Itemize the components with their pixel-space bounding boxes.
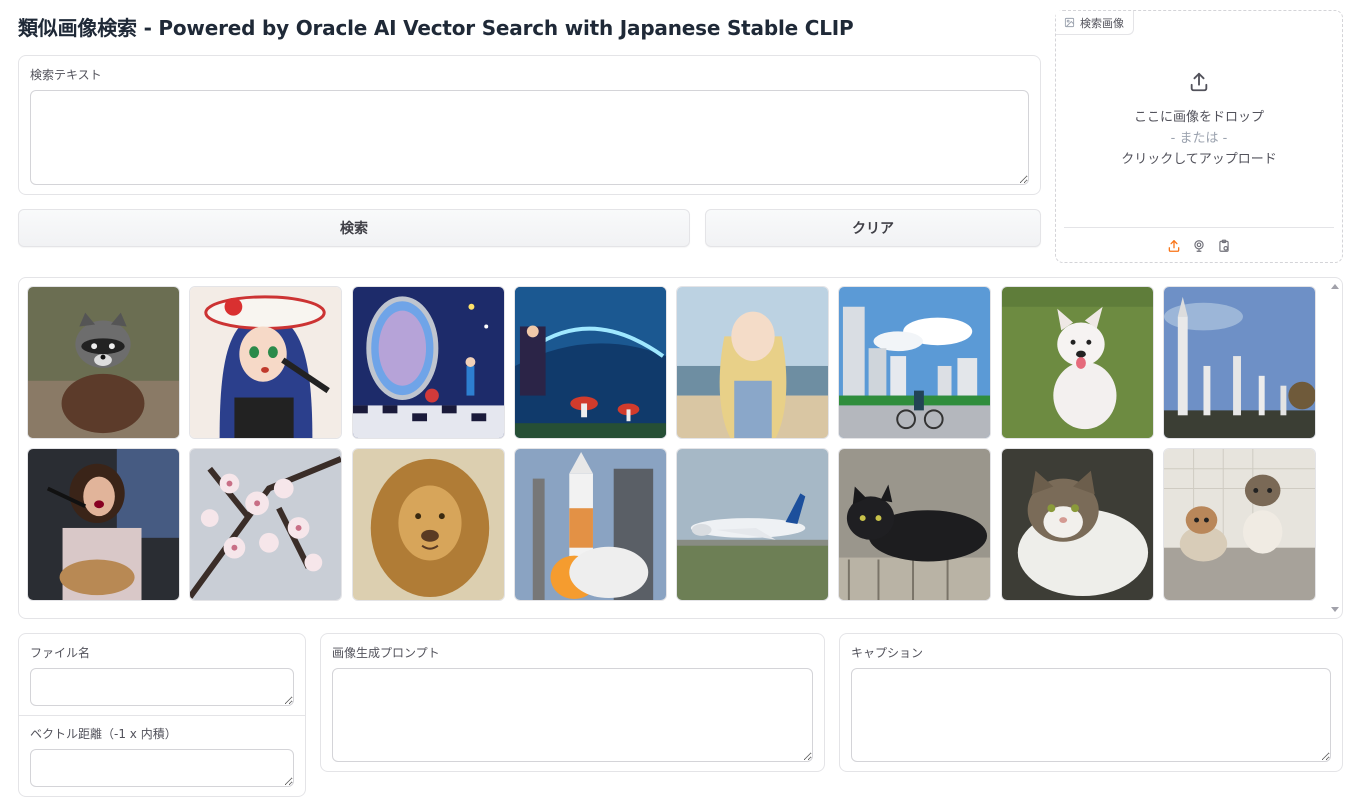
- search-text-label: 検索テキスト: [30, 68, 102, 82]
- raccoon-image[interactable]: [27, 286, 180, 439]
- search-button[interactable]: 検索: [18, 209, 690, 247]
- black-cat-image[interactable]: [838, 448, 992, 601]
- webcam-icon[interactable]: [1192, 238, 1207, 253]
- caption-field[interactable]: [851, 668, 1331, 762]
- caption-block: キャプション: [839, 633, 1343, 772]
- gallery-grid: [27, 286, 1317, 601]
- image-gallery: [18, 277, 1343, 619]
- upload-drop-zone[interactable]: ここに画像をドロップ - または - クリックしてアップロード: [1056, 71, 1342, 170]
- anime-singer-image[interactable]: [189, 286, 343, 439]
- image-upload-label: 検索画像: [1080, 16, 1124, 30]
- upload-icon[interactable]: [1167, 238, 1182, 253]
- file-name-label: ファイル名: [30, 646, 91, 660]
- page-title: 類似画像検索 - Powered by Oracle AI Vector Sea…: [18, 16, 854, 40]
- file-info-block: ファイル名 ベクトル距離（-1 x 内積）: [18, 633, 306, 797]
- or-text: - または -: [1170, 131, 1228, 146]
- lion-image[interactable]: [351, 448, 505, 601]
- white-puppy-image[interactable]: [1000, 286, 1154, 439]
- kittens-image[interactable]: [1163, 448, 1317, 601]
- image-icon: [1064, 17, 1075, 28]
- click-upload-text: クリックしてアップロード: [1121, 152, 1277, 167]
- clear-button[interactable]: クリア: [705, 209, 1041, 247]
- rocket-launch-image[interactable]: [513, 448, 667, 601]
- upload-arrow-icon: [1188, 71, 1210, 97]
- vector-distance-label: ベクトル距離（-1 x 内積）: [30, 727, 177, 741]
- scroll-up-icon[interactable]: [1331, 284, 1339, 289]
- prompt-label: 画像生成プロンプト: [332, 646, 440, 660]
- search-text-input[interactable]: [30, 90, 1029, 185]
- fantasy-mirror-image[interactable]: [351, 286, 505, 439]
- file-name-field[interactable]: [30, 668, 294, 706]
- scroll-down-icon[interactable]: [1331, 607, 1339, 612]
- caption-label: キャプション: [851, 646, 924, 660]
- prompt-block: 画像生成プロンプト: [320, 633, 825, 772]
- upload-source-bar: [1064, 227, 1334, 263]
- image-upload-tag: 検索画像: [1056, 11, 1134, 35]
- beach-girl-image[interactable]: [676, 286, 830, 439]
- search-text-block: 検索テキスト: [18, 55, 1041, 195]
- vector-distance-field[interactable]: [30, 749, 294, 787]
- gallery-scrollbar[interactable]: [1328, 278, 1342, 618]
- scroll-track[interactable]: [1332, 296, 1338, 600]
- image-upload-area[interactable]: 検索画像 ここに画像をドロップ - または - クリックしてアップロード: [1055, 10, 1343, 263]
- prompt-field[interactable]: [332, 668, 813, 762]
- city-cyclist-image[interactable]: [838, 286, 992, 439]
- white-tabby-cat-image[interactable]: [1000, 448, 1154, 601]
- guitar-singer-image[interactable]: [27, 448, 180, 601]
- rocket-garden-image[interactable]: [1163, 286, 1317, 439]
- clipboard-icon[interactable]: [1217, 238, 1232, 253]
- file-info-divider: [19, 715, 305, 716]
- fantasy-library-image[interactable]: [513, 286, 667, 439]
- airbus-plane-image[interactable]: [676, 448, 830, 601]
- drop-text: ここに画像をドロップ: [1133, 110, 1264, 125]
- cherry-blossom-image[interactable]: [189, 448, 343, 601]
